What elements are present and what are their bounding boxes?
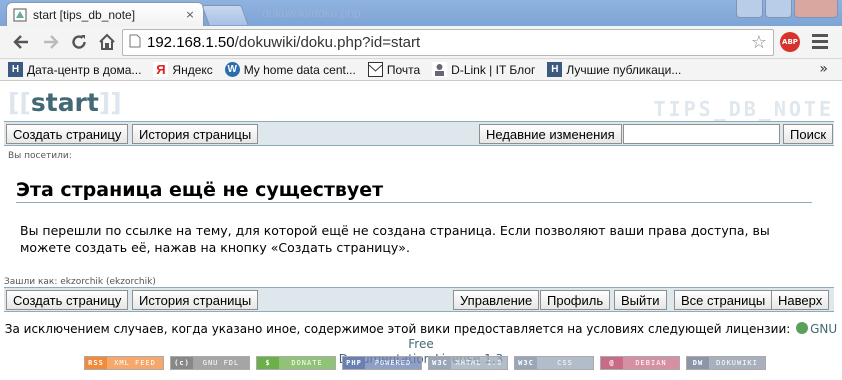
bookmark-item[interactable]: W My home data cent... [224, 62, 356, 77]
page-body: Вы перешли по ссылке на тему, для которо… [20, 222, 820, 256]
top-action-bar: Создать страницу История страницы Недавн… [4, 121, 834, 146]
badge-right: DOKUWIKI [709, 357, 765, 369]
footer-badge-gnu-fdl[interactable]: (c) GNU FDL [170, 356, 250, 370]
logout-button[interactable]: Выйти [614, 290, 667, 310]
footer-badge-debian[interactable]: @ DEBIAN [600, 356, 680, 370]
minimize-button[interactable] [736, 0, 763, 18]
page-history-button[interactable]: История страницы [132, 124, 259, 144]
badge-right: DEBIAN [623, 357, 679, 369]
admin-button[interactable]: Управление [453, 290, 540, 310]
page-title[interactable]: [[start]] [8, 88, 122, 117]
footer-badges: RSS XML FEED (c) GNU FDL $ DONATE PHP POWERED W3… [84, 356, 766, 370]
badge-right: XML FEED [107, 357, 163, 369]
wordpress-icon: W [224, 62, 240, 77]
badge-right: POWERED [365, 357, 421, 369]
tab-strip: start [tips_db_note] × dokuwiki/doku.php [0, 0, 842, 26]
footer-badge-css[interactable]: W3C CSS [514, 356, 594, 370]
profile-button[interactable]: Профиль [540, 290, 611, 310]
window-controls [734, 0, 838, 18]
badge-left: $ [257, 357, 279, 369]
footer-badge-donate[interactable]: $ DONATE [256, 356, 336, 370]
footer-badge-dokuwiki[interactable]: DW DOKUWIKI [686, 356, 766, 370]
page-icon [129, 34, 141, 51]
globe-icon [796, 322, 809, 334]
back-arrow-icon[interactable] [8, 29, 34, 55]
bookmark-item[interactable]: Я Яндекс [153, 62, 213, 77]
page-history-button[interactable]: История страницы [132, 290, 259, 310]
home-icon[interactable] [94, 29, 120, 55]
address-bar[interactable]: 192.168.1.50/dokuwiki/doku.php?id=start … [122, 29, 774, 56]
chrome-menu-icon[interactable] [812, 34, 828, 52]
bookmark-star-icon[interactable]: ☆ [751, 32, 767, 53]
bookmark-item[interactable]: Почта [367, 62, 420, 77]
wiki-title[interactable]: TIPS_DB_NOTE [654, 97, 835, 121]
reload-icon[interactable] [66, 29, 92, 55]
forward-arrow-icon[interactable] [38, 29, 64, 55]
wiki-page: [[start]] TIPS_DB_NOTE Создать страницу … [0, 82, 842, 380]
yandex-icon: Я [153, 62, 169, 77]
breadcrumbs: Вы посетили: [8, 151, 72, 161]
badge-right: XHTML 1.0 [451, 357, 507, 369]
search-button[interactable]: Поиск [783, 124, 834, 144]
page-heading: Эта страница ещё не существует [16, 179, 384, 201]
back-to-top-button[interactable]: Наверх [771, 290, 830, 310]
create-page-button[interactable]: Создать страницу [6, 290, 129, 310]
footer-badge-xml-feed[interactable]: RSS XML FEED [84, 356, 164, 370]
recent-changes-button[interactable]: Недавние изменения [479, 124, 622, 144]
footer-badge-powered[interactable]: PHP POWERED [342, 356, 422, 370]
habr-icon: H [8, 62, 23, 77]
adblock-plus-icon[interactable]: ABP [780, 32, 800, 52]
bookmark-item[interactable]: D-Link | IT Блог [432, 62, 535, 77]
background-title: dokuwiki/doku.php [262, 6, 361, 20]
badge-left: W3C [429, 357, 451, 369]
logged-in-info: Зашли как: ekzorchik (ekzorchik) [4, 277, 156, 287]
badge-left: (c) [171, 357, 193, 369]
bookmark-item[interactable]: H Лучшие публикаци... [547, 62, 681, 77]
mail-icon [367, 62, 383, 77]
tab-close-icon[interactable]: × [183, 8, 197, 21]
footer-badge-xhtml-1-0[interactable]: W3C XHTML 1.0 [428, 356, 508, 370]
license-text: За исключением случаев, когда указано ин… [4, 322, 791, 336]
badge-left: W3C [515, 357, 537, 369]
bookmarks-overflow-button[interactable]: » [819, 61, 828, 77]
body-line: Вы перешли по ссылке на тему, для которо… [20, 223, 770, 238]
dlink-icon [432, 62, 448, 77]
bottom-action-bar: Создать страницу История страницы Управл… [4, 287, 834, 312]
tab-title: start [tips_db_note] [33, 7, 136, 22]
maximize-button[interactable] [765, 0, 792, 18]
page-name: start [30, 88, 99, 117]
badge-right: CSS [537, 357, 593, 369]
create-page-button[interactable]: Создать страницу [6, 124, 129, 144]
url-host: 192.168.1.50 [147, 34, 235, 51]
search-input[interactable] [623, 124, 780, 144]
browser-tab-active[interactable]: start [tips_db_note] × [6, 2, 204, 26]
new-tab-button[interactable] [201, 5, 249, 25]
all-pages-button[interactable]: Все страницы [674, 290, 773, 310]
url-path: /dokuwiki/doku.php?id=start [234, 34, 421, 51]
dokuwiki-favicon-icon [13, 8, 27, 22]
bookmarks-bar: H Дата-центр в дома... Я Яндекс W My home d… [0, 59, 842, 81]
badge-left: @ [601, 357, 623, 369]
body-line: можете создать её, нажав на кнопку «Созд… [20, 240, 410, 255]
badge-left: PHP [343, 357, 365, 369]
bookmark-item[interactable]: H Дата-центр в дома... [8, 62, 141, 77]
badge-right: GNU FDL [193, 357, 249, 369]
heading-divider [16, 202, 812, 203]
badge-left: DW [687, 357, 709, 369]
close-window-button[interactable] [794, 0, 838, 18]
badge-left: RSS [85, 357, 107, 369]
badge-right: DONATE [279, 357, 335, 369]
habr-icon: H [547, 62, 563, 77]
browser-toolbar: 192.168.1.50/dokuwiki/doku.php?id=start … [0, 26, 842, 59]
